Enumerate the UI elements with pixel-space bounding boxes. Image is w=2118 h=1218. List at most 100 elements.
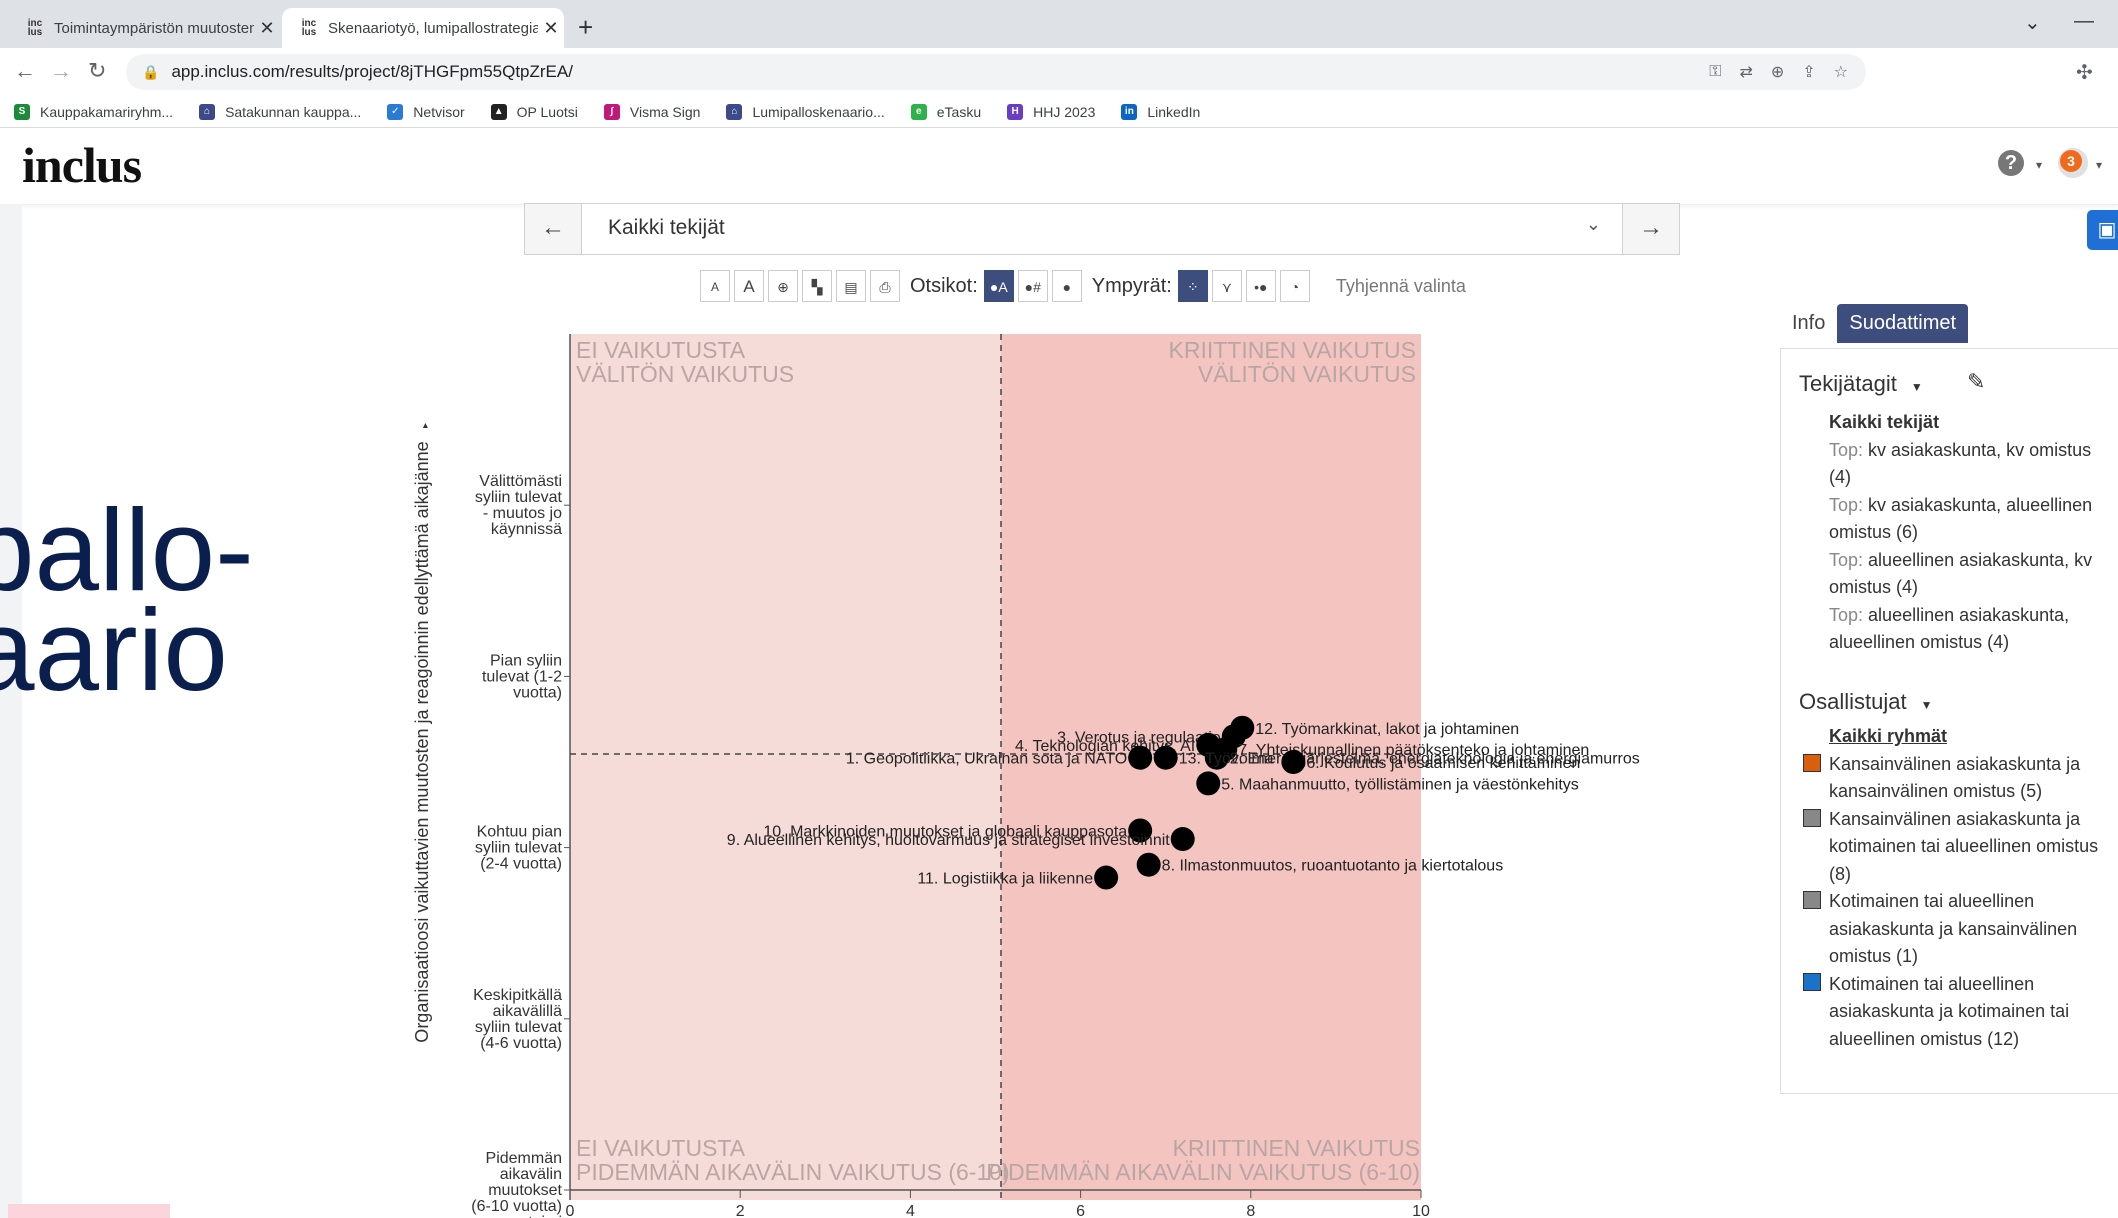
chevron-down-icon[interactable]: ⌄ [1586,214,1601,235]
font-large-button[interactable]: A [734,270,764,302]
bookmark-icon: S [14,103,30,120]
reload-icon[interactable]: ↻ [88,58,106,84]
y-axis-label: Organisaatioosi vaikuttavien muutosten j… [412,441,432,1042]
x-tick-label: 4 [906,1203,915,1218]
data-point[interactable] [1170,827,1195,852]
circles-filter-button[interactable]: ⋎ [1211,270,1242,302]
layout-icon[interactable]: ▚ [802,270,832,302]
headings-full-button[interactable]: ●A [983,270,1014,302]
tab-search-icon[interactable]: ⌄ [2024,10,2041,35]
filters-panel: Tekijätagit ▼ ✎ Kaikki tekijät Top: kv as… [1780,348,2118,1094]
group-color-swatch[interactable] [1803,809,1821,827]
tab-filters[interactable]: Suodattimet [1837,304,1969,343]
tag-item[interactable]: Top: alueellinen asiakaskunta, alueellin… [1829,602,2099,657]
y-axis-label-caret-icon: ▸ [420,423,431,428]
save-icon[interactable]: ▣ [2087,210,2118,250]
zoom-in-icon[interactable]: ⊕ [768,270,798,302]
image-export-icon[interactable]: ▤ [836,270,866,302]
help-caret-icon[interactable]: ▾ [2036,158,2042,172]
quadrant-label: PIDEMMÄN AIKAVÄLIN VAIKUTUS (6-10) [576,1159,1010,1185]
participants-heading[interactable]: Osallistujat ▼ [1799,689,1932,715]
notification-badge[interactable]: 3 [2060,150,2082,172]
extensions-icon[interactable]: ✣ [2076,60,2093,85]
address-bar[interactable]: 🔒 app.inclus.com/results/project/8jTHGFp… [126,54,1866,90]
data-point[interactable] [1281,750,1306,774]
factor-tags-heading[interactable]: Tekijätagit ▼ [1799,371,1923,397]
bookmark[interactable]: H HHJ 2023 [1007,103,1095,120]
bookmark[interactable]: ✓ Netvisor [387,103,465,120]
data-point-label[interactable]: 5. Maahanmuutto, työllistäminen ja väest… [1221,776,1579,793]
prev-button[interactable]: ← [525,204,582,254]
forward-icon[interactable]: → [50,58,72,84]
data-point-label[interactable]: 12. Työmarkkinat, lakot ja johtaminen [1255,721,1519,738]
x-tick-label: 10 [1412,1203,1430,1218]
circles-dots-button[interactable]: ⁘ [1177,270,1208,302]
group-color-swatch[interactable] [1803,754,1821,772]
back-icon[interactable]: ← [14,58,36,84]
tab-info[interactable]: Info [1780,304,1837,343]
all-factors-item[interactable]: Kaikki tekijät [1829,409,2099,437]
key-icon[interactable]: ⚿ [1709,63,1721,81]
x-tick-label: 2 [736,1203,745,1218]
group-item[interactable]: Kansainvälinen asiakaskunta ja kansainvä… [1829,751,2099,806]
bookmark[interactable]: in LinkedIn [1121,103,1200,120]
data-point[interactable] [1094,865,1119,890]
data-point-label[interactable]: 13. Työvoima [1179,751,1274,768]
browser-tab[interactable]: inc lus Toimintaympäristön muutosten a ✕ [8,8,280,48]
inclus-favicon-icon: inc lus [301,18,317,38]
group-color-swatch[interactable] [1803,973,1821,991]
chart-toolbar: A A ⊕ ▚ ▤ ⎙ Otsikot: ●A ●# ● Ympyrät: ⁘ … [700,268,1466,304]
group-item[interactable]: Kotimainen tai alueellinen asiakaskunta … [1829,888,2099,971]
font-small-button[interactable]: A [700,270,730,302]
clear-selection-link[interactable]: Tyhjennä valinta [1336,276,1466,297]
circles-size-button[interactable]: •● [1245,270,1276,302]
share-icon[interactable]: ⇪ [1802,62,1815,82]
inclus-logo[interactable]: inclus [22,136,142,194]
data-point-label[interactable]: 9. Alueellinen kehitys, huoltovarmuus ja… [727,832,1170,849]
circles-pie-button[interactable]: ◔ [1279,270,1310,302]
new-tab-button[interactable]: + [578,12,593,43]
close-tab-icon[interactable]: ✕ [538,18,564,39]
bookmark[interactable]: S Kauppakamariryhm... [14,103,173,120]
factor-select-value[interactable]: Kaikki tekijät [608,216,725,240]
minimize-icon[interactable]: — [2074,10,2094,33]
tag-item[interactable]: Top: kv asiakaskunta, kv omistus (4) [1829,437,2099,492]
data-point-label[interactable]: 1. Geopolitiikka, Ukrainan sota ja NATO [846,751,1127,768]
group-item[interactable]: Kansainvälinen asiakaskunta ja kotimaine… [1829,806,2099,889]
star-icon[interactable]: ☆ [1834,62,1848,82]
all-groups-item[interactable]: Kaikki ryhmät [1829,723,2099,751]
bookmark-icon: ✓ [387,103,404,120]
bookmark[interactable]: ▲ OP Luotsi [490,103,578,120]
translate-icon[interactable]: ⇄ [1739,62,1752,82]
help-icon[interactable]: ? [1998,150,2024,176]
bookmark[interactable]: ⌂ Satakunnan kauppa... [199,103,361,120]
data-point-label[interactable]: 8. Ilmastonmuutos, ruoantuotanto ja kier… [1162,858,1504,875]
tab-title: Skenaariotyö, lumipallostrategia [328,19,538,37]
quadrant-label: VÄLITÖN VAIKUTUS [576,361,794,387]
data-point[interactable] [1136,852,1161,877]
bookmark[interactable]: ∫ Visma Sign [603,103,700,120]
group-color-swatch[interactable] [1803,891,1821,909]
tag-item[interactable]: Top: alueellinen asiakaskunta, kv omistu… [1829,547,2099,602]
headings-none-button[interactable]: ● [1051,270,1082,302]
quadrant-label: EI VAIKUTUSTA [576,337,746,363]
bookmark[interactable]: ⌂ Lumipalloskenaario... [726,103,885,120]
close-tab-icon[interactable]: ✕ [254,18,280,39]
data-point[interactable] [1128,745,1153,770]
next-button[interactable]: → [1622,204,1679,254]
inclus-favicon-icon: inc lus [27,18,43,38]
data-point-label[interactable]: 11. Logistiikka ja liikenne [917,871,1093,888]
quadrant-label: EI VAIKUTUSTA [576,1135,746,1161]
data-point[interactable] [1153,745,1178,770]
browser-tab-active[interactable]: inc lus Skenaariotyö, lumipallostrategia … [282,8,564,48]
download-icon[interactable]: ⎙ [870,270,900,302]
data-point-label[interactable]: 6. Koulutus ja osaamisen kehittäminen [1306,755,1580,772]
headings-number-button[interactable]: ●# [1017,270,1048,302]
tag-item[interactable]: Top: kv asiakaskunta, alueellinen omistu… [1829,492,2099,547]
avatar-caret-icon[interactable]: ▾ [2096,158,2102,172]
bookmark[interactable]: e eTasku [910,103,981,120]
zoom-icon[interactable]: ⊕ [1771,62,1784,82]
pencil-icon[interactable]: ✎ [1967,369,1985,395]
group-item[interactable]: Kotimainen tai alueellinen asiakaskunta … [1829,971,2099,1054]
data-point[interactable] [1196,771,1221,796]
